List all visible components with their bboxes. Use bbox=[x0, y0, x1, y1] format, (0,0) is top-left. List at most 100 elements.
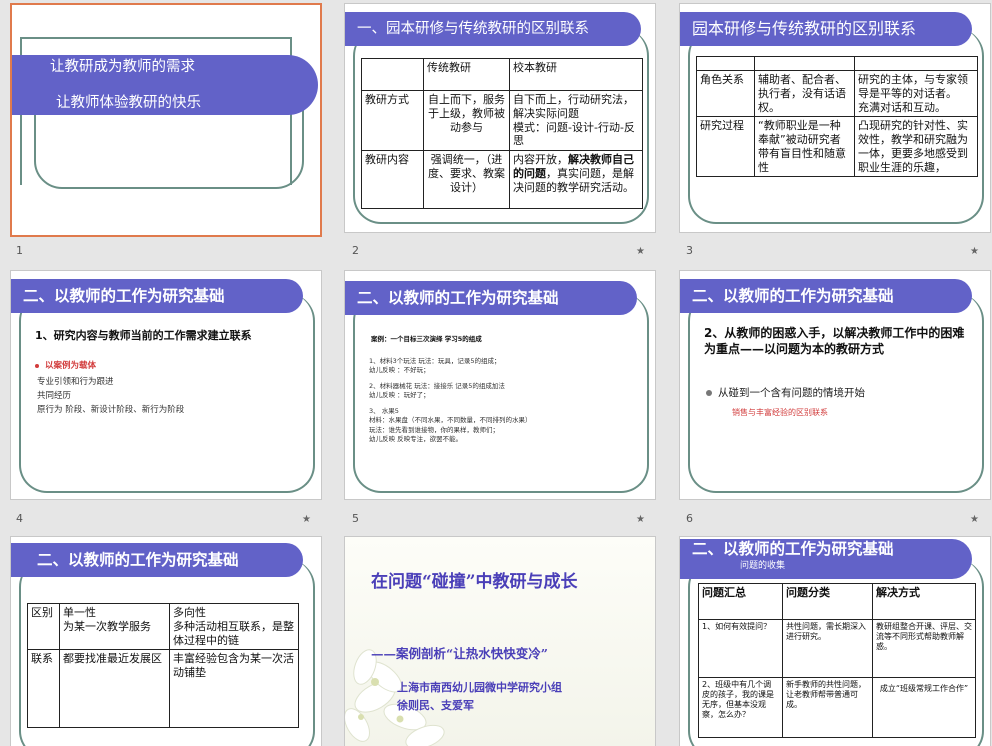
slide-number-2: 2 bbox=[352, 244, 359, 257]
star-icon[interactable]: ★ bbox=[970, 246, 979, 257]
table-cell: 角色关系 bbox=[696, 69, 755, 118]
slide-thumbnail-2[interactable]: 一、园本研修与传统教研的区别联系 传统教研 校本教研 教研方式 自上而下，服务于… bbox=[344, 3, 656, 233]
slide-8-author-2: 徐则民、支爱军 bbox=[397, 699, 474, 712]
table-cell bbox=[361, 58, 424, 91]
slide-number-3: 3 bbox=[686, 244, 693, 257]
slide-3-banner: 园本研修与传统教研的区别联系 bbox=[680, 12, 972, 46]
table-cell: 内容开放，解决教师自己的问题，真实问题，是解决问题的教学研究活动。 bbox=[509, 150, 643, 209]
cell-text: 内容开放， bbox=[513, 153, 568, 166]
flower-decoration bbox=[345, 649, 445, 746]
table-row: 联系 都要找准最近发展区 丰富经验包含为某一次活动铺垫 bbox=[27, 649, 299, 729]
bullet-text: 以案例为载体 bbox=[45, 361, 97, 371]
slide-9-table: 问题汇总 问题分类 解决方式 1、如何有效提问？ 共性问题，需长期深入进行研究。… bbox=[698, 583, 976, 738]
table-cell: 区别 bbox=[27, 602, 60, 651]
slide-thumbnail-9[interactable]: 二、以教师的工作为研究基础 问题的收集 问题汇总 问题分类 解决方式 1、如何有… bbox=[679, 536, 991, 746]
slide-number-4: 4 bbox=[16, 512, 23, 525]
table-cell: 强调统一，（进度、要求、教案设计） bbox=[423, 150, 510, 209]
cell-line: 单一性 bbox=[63, 606, 96, 619]
slide-4-heading: 1、研究内容与教师当前的工作需求建立联系 bbox=[35, 329, 252, 342]
slide-5-banner: 二、以教师的工作为研究基础 bbox=[345, 281, 637, 315]
star-icon[interactable]: ★ bbox=[302, 514, 311, 525]
text-line: 原行为 阶段、新设计阶段、新行为阶段 bbox=[37, 405, 185, 415]
cell-line: 多向性 bbox=[173, 606, 206, 619]
table-cell: 凸现研究的针对性、实效性，教学和研究融为一体，更要多地感受到职业生涯的乐趣， bbox=[854, 116, 978, 178]
table-cell bbox=[854, 56, 978, 71]
table-row: 区别 单一性 为某一次教学服务 多向性 多种活动相互联系，是整体过程中的链 bbox=[27, 602, 299, 651]
slide-thumbnail-3[interactable]: 园本研修与传统教研的区别联系 角色关系 辅助者、配合者、执行者，没有话语权。 研… bbox=[679, 3, 991, 233]
slide-6-subline: 销售与丰富经验的区别联系 bbox=[732, 408, 828, 417]
bullet-text: 从碰到一个含有问题的情境开始 bbox=[718, 387, 865, 399]
cell-line: 充满对话和互动。 bbox=[858, 100, 946, 114]
text-line: 玩法：谁先看到谁接物，你的果样，教师们； bbox=[369, 425, 499, 434]
slide-thumbnail-7[interactable]: 二、以教师的工作为研究基础 区别 单一性 为某一次教学服务 多向性 多种活动相互… bbox=[10, 536, 322, 746]
slide-7-table: 区别 单一性 为某一次教学服务 多向性 多种活动相互联系，是整体过程中的链 联系… bbox=[27, 602, 299, 729]
table-row: 教研方式 自上而下，服务于上级，教师被动参与 自下而上，行动研究法，解决实际问题… bbox=[361, 90, 643, 151]
slide-4-lines: 专业引领和行为跟进 共同经历 原行为 阶段、新设计阶段、新行为阶段 bbox=[37, 375, 184, 417]
slide-1-banner: 让教研成为教师的需求 让教师体验教研的快乐 bbox=[12, 55, 318, 115]
slide-6-bullet: 从碰到一个含有问题的情境开始 bbox=[706, 385, 865, 400]
bullet-icon bbox=[35, 363, 39, 368]
text-line: 材料：水果盘（不同水果，不同数量，不同排列的水果） bbox=[369, 416, 532, 425]
text-line: 3、 水果5 bbox=[369, 406, 399, 415]
slide-thumbnail-1[interactable]: 让教研成为教师的需求 让教师体验教研的快乐 bbox=[10, 3, 322, 237]
star-icon[interactable]: ★ bbox=[636, 246, 645, 257]
slide-4-bullet: 以案例为载体 bbox=[35, 359, 96, 371]
text-line: 幼儿反映 反映专注，欲罢不能。 bbox=[369, 434, 463, 443]
table-cell bbox=[754, 56, 855, 71]
table-row: 问题汇总 问题分类 解决方式 bbox=[698, 583, 976, 620]
text-line: 2、材料器械花 玩法：接接乐 记录5的组成加法 bbox=[369, 381, 505, 390]
text-line: 幼儿反映 ：不好玩； bbox=[369, 366, 430, 375]
table-cell: 教研内容 bbox=[361, 150, 424, 209]
table-cell: 多向性 多种活动相互联系，是整体过程中的链 bbox=[169, 602, 299, 651]
cell-line: 自下而上，行动研究法，解决实际问题 bbox=[513, 93, 634, 120]
cell-line: 多种活动相互联系，是整体过程中的链 bbox=[173, 619, 294, 647]
bullet-icon bbox=[706, 390, 712, 396]
table-cell: 丰富经验包含为某一次活动铺垫 bbox=[169, 649, 299, 729]
table-cell: 都要找准最近发展区 bbox=[59, 649, 170, 729]
slide-thumbnail-8[interactable]: 在问题“碰撞”中教研与成长 ——案例剖析“让热水快快变冷” 上海市南西幼儿园微中… bbox=[344, 536, 656, 746]
slide-5-lines: 1、材料3个玩法 玩法：玩具，记录5的组成； 幼儿反映 ：不好玩； 2、材料器械… bbox=[369, 357, 532, 444]
table-cell: 1、如何有效提问？ bbox=[698, 619, 783, 678]
slide-sorter: 让教研成为教师的需求 让教师体验教研的快乐 1 一、园本研修与传统教研的区别联系… bbox=[0, 0, 992, 746]
text-line: 专业引领和行为跟进 bbox=[37, 377, 114, 387]
cell-line: 研究的主体，与专家领导是平等的对话者。 bbox=[858, 73, 968, 100]
table-cell: “教师职业是一种奉献”被动研究者带有盲目性和随意性 bbox=[754, 116, 855, 178]
slide-9-sub: 问题的收集 bbox=[740, 561, 786, 571]
table-row: 1、如何有效提问？ 共性问题，需长期深入进行研究。 教研组整合开课、评层、交流等… bbox=[698, 619, 976, 678]
table-cell: 传统教研 bbox=[423, 58, 510, 91]
slide-2-banner: 一、园本研修与传统教研的区别联系 bbox=[345, 12, 641, 46]
table-cell: 新手教师的共性问题，让老教师帮带普通可成。 bbox=[782, 677, 873, 738]
table-cell: 研究过程 bbox=[696, 116, 755, 178]
slide-thumbnail-4[interactable]: 二、以教师的工作为研究基础 1、研究内容与教师当前的工作需求建立联系 以案例为载… bbox=[10, 270, 322, 500]
table-cell: 校本教研 bbox=[509, 58, 643, 91]
cell-line: 模式：问题-设计-行动-反思 bbox=[513, 120, 635, 148]
table-row bbox=[696, 56, 978, 71]
star-icon[interactable]: ★ bbox=[970, 514, 979, 525]
star-icon[interactable]: ★ bbox=[636, 514, 645, 525]
slide-8-subtitle: ——案例剖析“让热水快快变冷” bbox=[371, 646, 548, 661]
table-row: 角色关系 辅助者、配合者、执行者，没有话语权。 研究的主体，与专家领导是平等的对… bbox=[696, 69, 978, 118]
slide-6-banner: 二、以教师的工作为研究基础 bbox=[680, 279, 972, 313]
slide-thumbnail-5[interactable]: 二、以教师的工作为研究基础 案例：一个目标三次演绎 学习5的组成 1、材料3个玩… bbox=[344, 270, 656, 500]
slide-9-banner: 二、以教师的工作为研究基础 问题的收集 bbox=[680, 539, 972, 579]
table-cell: 2、班级中有几个调皮的孩子，我的课是无序，但基本没观察，怎么办？ bbox=[698, 677, 783, 738]
slide-7-banner: 二、以教师的工作为研究基础 bbox=[11, 543, 303, 577]
slide-number-5: 5 bbox=[352, 512, 359, 525]
slide-number-6: 6 bbox=[686, 512, 693, 525]
table-cell: 研究的主体，与专家领导是平等的对话者。 充满对话和互动。 bbox=[854, 69, 978, 118]
table-cell: 成立“班级常规工作合作” bbox=[872, 677, 976, 738]
table-row: 2、班级中有几个调皮的孩子，我的课是无序，但基本没观察，怎么办？ 新手教师的共性… bbox=[698, 677, 976, 738]
table-cell: 解决方式 bbox=[872, 583, 976, 620]
text-line: 1、材料3个玩法 玩法：玩具，记录5的组成； bbox=[369, 357, 501, 365]
slide-8-author-1: 上海市南西幼儿园微中学研究小组 bbox=[397, 681, 562, 694]
table-cell: 自下而上，行动研究法，解决实际问题 模式：问题-设计-行动-反思 bbox=[509, 90, 643, 151]
table-cell: 教研方式 bbox=[361, 90, 424, 151]
slide-thumbnail-6[interactable]: 二、以教师的工作为研究基础 2、从教师的困惑入手，以解决教师工作中的困难为重点—… bbox=[679, 270, 991, 500]
table-row: 教研内容 强调统一，（进度、要求、教案设计） 内容开放，解决教师自己的问题，真实… bbox=[361, 150, 643, 209]
table-cell: 辅助者、配合者、执行者，没有话语权。 bbox=[754, 69, 855, 118]
table-cell: 单一性 为某一次教学服务 bbox=[59, 602, 170, 651]
cell-line: 为某一次教学服务 bbox=[63, 619, 151, 633]
table-cell: 问题分类 bbox=[782, 583, 873, 620]
table-cell: 联系 bbox=[27, 649, 60, 729]
slide-9-title: 二、以教师的工作为研究基础 bbox=[692, 540, 894, 558]
